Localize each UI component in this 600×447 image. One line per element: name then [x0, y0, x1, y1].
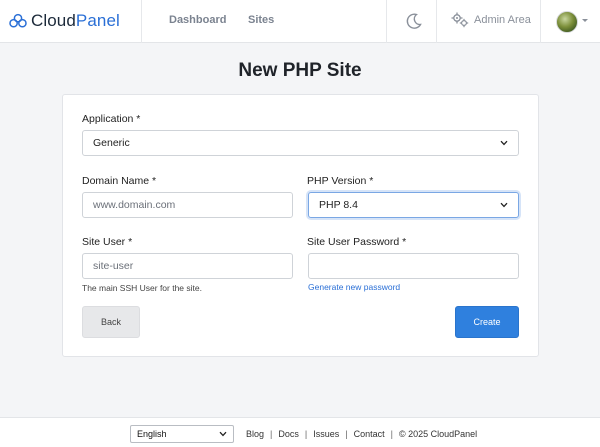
admin-area-label: Admin Area: [474, 14, 531, 26]
generate-password-link[interactable]: Generate new password: [308, 282, 400, 292]
top-navigation-bar: CloudPanel Dashboard Sites Admin Area: [0, 0, 600, 43]
chevron-down-icon[interactable]: [582, 19, 588, 22]
php-version-select-value: PHP 8.4: [319, 199, 358, 211]
chevron-down-icon: [219, 431, 227, 437]
footer-separator: |: [345, 429, 348, 439]
application-label: Application *: [82, 113, 141, 125]
admin-area-link[interactable]: Admin Area: [451, 12, 531, 28]
footer-link-blog[interactable]: Blog: [246, 429, 264, 439]
footer-link-issues[interactable]: Issues: [313, 429, 339, 439]
footer: English Blog | Docs | Issues | Contact |…: [0, 417, 600, 447]
chevron-down-icon: [500, 140, 508, 146]
site-user-label: Site User *: [82, 236, 133, 248]
domain-name-placeholder: www.domain.com: [93, 199, 176, 211]
footer-copyright: © 2025 CloudPanel: [398, 429, 478, 439]
php-version-select[interactable]: PHP 8.4: [308, 192, 519, 218]
chevron-down-icon: [500, 202, 508, 208]
new-site-form-card: Application * Generic Domain Name * www.…: [62, 94, 539, 357]
footer-link-contact[interactable]: Contact: [354, 429, 385, 439]
application-select-value: Generic: [93, 137, 130, 149]
language-select[interactable]: English: [130, 425, 234, 443]
cloud-logo-icon: [9, 13, 27, 28]
site-user-help-text: The main SSH User for the site.: [82, 283, 202, 293]
footer-separator: |: [304, 429, 308, 439]
footer-separator: |: [270, 429, 273, 439]
php-version-label: PHP Version *: [307, 175, 374, 187]
brand-name-part1: Cloud: [31, 11, 76, 30]
header-divider: [436, 0, 437, 43]
site-user-placeholder: site-user: [93, 260, 134, 272]
domain-name-label: Domain Name *: [82, 175, 157, 187]
page-title: New PHP Site: [238, 60, 362, 81]
user-avatar[interactable]: [556, 11, 578, 33]
header-divider: [386, 0, 387, 43]
header-divider: [540, 0, 541, 43]
header-divider: [141, 0, 142, 43]
footer-links: Blog | Docs | Issues | Contact | © 2025 …: [246, 429, 477, 439]
footer-separator: |: [390, 429, 393, 439]
gears-icon: [451, 12, 469, 28]
footer-link-docs[interactable]: Docs: [278, 429, 299, 439]
site-user-password-input[interactable]: [308, 253, 519, 279]
back-button[interactable]: Back: [82, 306, 140, 338]
brand-name-part2: Panel: [75, 11, 120, 30]
site-user-input[interactable]: site-user: [82, 253, 293, 279]
brand-logo[interactable]: CloudPanel: [9, 10, 120, 32]
create-button[interactable]: Create: [455, 306, 519, 338]
site-user-password-label: Site User Password *: [307, 236, 407, 248]
nav-dashboard[interactable]: Dashboard: [169, 14, 226, 26]
dark-mode-moon-icon[interactable]: [404, 11, 424, 31]
brand-name: CloudPanel: [31, 11, 120, 31]
domain-name-input[interactable]: www.domain.com: [82, 192, 293, 218]
application-select[interactable]: Generic: [82, 130, 519, 156]
language-select-value: English: [137, 429, 167, 439]
nav-sites[interactable]: Sites: [248, 14, 274, 26]
